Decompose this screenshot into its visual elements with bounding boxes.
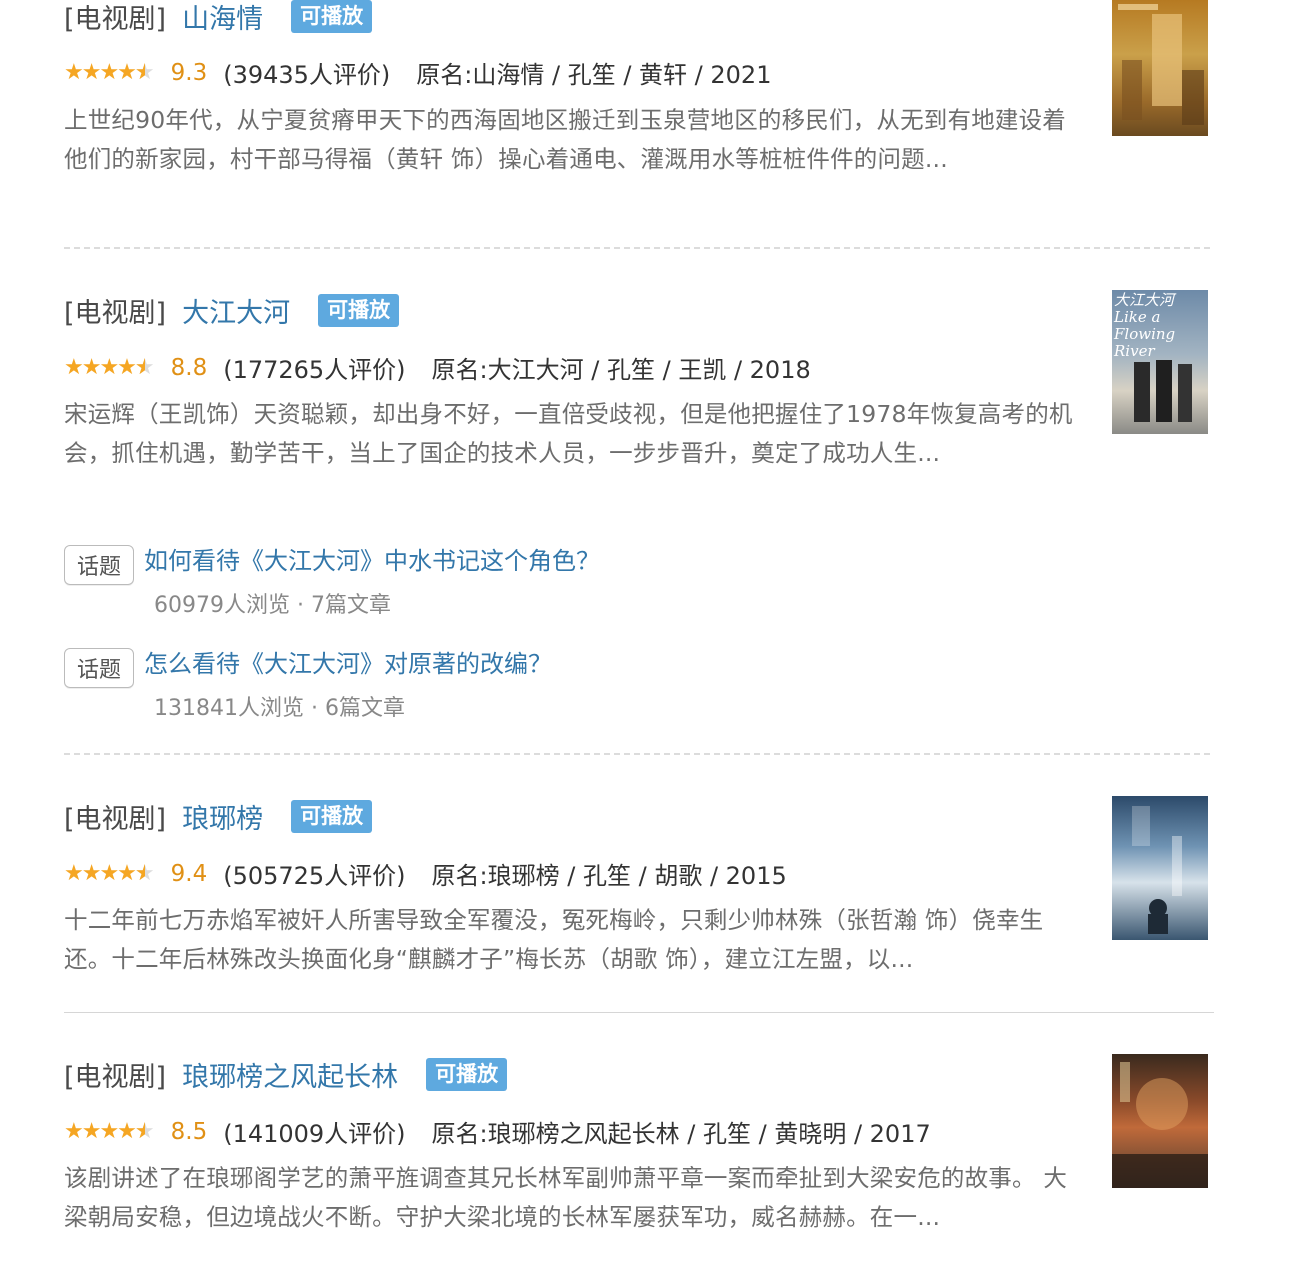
result-meta: ★★★★★★ 8.5 (141009人评价) 原名:琅琊榜之风起长林 / 孔笙 … <box>64 1114 931 1149</box>
divider <box>64 753 1210 755</box>
poster-image[interactable] <box>1112 1054 1208 1188</box>
topic-tag: 话题 <box>64 545 134 585</box>
divider <box>64 247 1210 249</box>
poster-image[interactable] <box>1112 0 1208 136</box>
original-info: 原名:大江大河 / 孔笙 / 王凯 / 2018 <box>431 356 811 384</box>
rating-score: 8.8 <box>170 354 208 381</box>
rating-score: 8.5 <box>170 1118 208 1145</box>
poster-art <box>1132 806 1182 934</box>
rating-stars-icon: ★★★★★★ <box>64 1119 155 1144</box>
result-title-link[interactable]: 琅琊榜 <box>182 797 263 836</box>
result-title-row: [电视剧] 山海情 可播放 <box>64 0 373 36</box>
original-info: 原名:山海情 / 孔笙 / 黄轩 / 2021 <box>416 61 772 89</box>
result-title-row: [电视剧] 琅琊榜之风起长林 可播放 <box>64 1054 508 1094</box>
result-title-link[interactable]: 琅琊榜之风起长林 <box>182 1055 398 1094</box>
original-info: 原名:琅琊榜 / 孔笙 / 胡歌 / 2015 <box>431 862 787 890</box>
rating-count: (505725人评价) <box>223 862 406 890</box>
result-meta: ★★★★★★ 9.4 (505725人评价) 原名:琅琊榜 / 孔笙 / 胡歌 … <box>64 856 787 891</box>
playable-badge[interactable]: 可播放 <box>291 799 373 833</box>
topic-link[interactable]: 如何看待《大江大河》中水书记这个角色？ <box>144 541 600 576</box>
result-title-link[interactable]: 大江大河 <box>182 291 290 330</box>
rating-count: (177265人评价) <box>223 356 406 384</box>
playable-badge[interactable]: 可播放 <box>291 0 373 33</box>
rating-count: (39435人评价) <box>223 61 391 89</box>
original-info: 原名:琅琊榜之风起长林 / 孔笙 / 黄晓明 / 2017 <box>431 1120 931 1148</box>
topic-stats: 131841人浏览 · 6篇文章 <box>154 696 405 721</box>
category-label: [电视剧] <box>64 3 167 35</box>
result-title-row: [电视剧] 琅琊榜 可播放 <box>64 796 373 836</box>
topic-tag: 话题 <box>64 648 134 688</box>
rating-stars-icon: ★★★★★★ <box>64 355 155 380</box>
topic-link[interactable]: 怎么看待《大江大河》对原著的改编？ <box>144 644 552 679</box>
result-title-link[interactable]: 山海情 <box>182 0 263 36</box>
result-description: 该剧讲述了在琅琊阁学艺的萧平旌调查其兄长林军副帅萧平章一案而牵扯到大梁安危的故事… <box>64 1164 1068 1231</box>
playable-badge[interactable]: 可播放 <box>426 1057 508 1091</box>
rating-score: 9.3 <box>170 59 208 86</box>
category-label: [电视剧] <box>64 803 167 835</box>
result-meta: ★★★★★★ 9.3 (39435人评价) 原名:山海情 / 孔笙 / 黄轩 /… <box>64 55 771 90</box>
rating-stars-icon: ★★★★★★ <box>64 861 155 886</box>
poster-art <box>1118 4 1204 125</box>
poster-art <box>1134 360 1192 422</box>
divider <box>64 1012 1214 1013</box>
result-description: 十二年前七万赤焰军被奸人所害导致全军覆没，冤死梅岭，只剩少帅林殊（张哲瀚 饰）侥… <box>64 906 1044 973</box>
category-label: [电视剧] <box>64 297 167 329</box>
result-title-row: [电视剧] 大江大河 可播放 <box>64 290 400 330</box>
poster-art <box>1112 1062 1208 1188</box>
topic-stats: 60979人浏览 · 7篇文章 <box>154 593 391 618</box>
poster-image[interactable] <box>1112 796 1208 940</box>
result-description: 宋运辉（王凯饰）天资聪颖，却出身不好，一直倍受歧视，但是他把握住了1978年恢复… <box>64 400 1073 467</box>
rating-count: (141009人评价) <box>223 1120 406 1148</box>
rating-stars-icon: ★★★★★★ <box>64 60 155 85</box>
result-description: 上世纪90年代，从宁夏贫瘠甲天下的西海固地区搬迁到玉泉营地区的移民们，从无到有地… <box>64 106 1067 173</box>
poster-image[interactable]: 大江大河 Like a Flowing River <box>1112 290 1208 434</box>
rating-score: 9.4 <box>170 860 208 887</box>
playable-badge[interactable]: 可播放 <box>318 293 400 327</box>
result-meta: ★★★★★★ 8.8 (177265人评价) 原名:大江大河 / 孔笙 / 王凯… <box>64 350 811 385</box>
category-label: [电视剧] <box>64 1061 167 1093</box>
